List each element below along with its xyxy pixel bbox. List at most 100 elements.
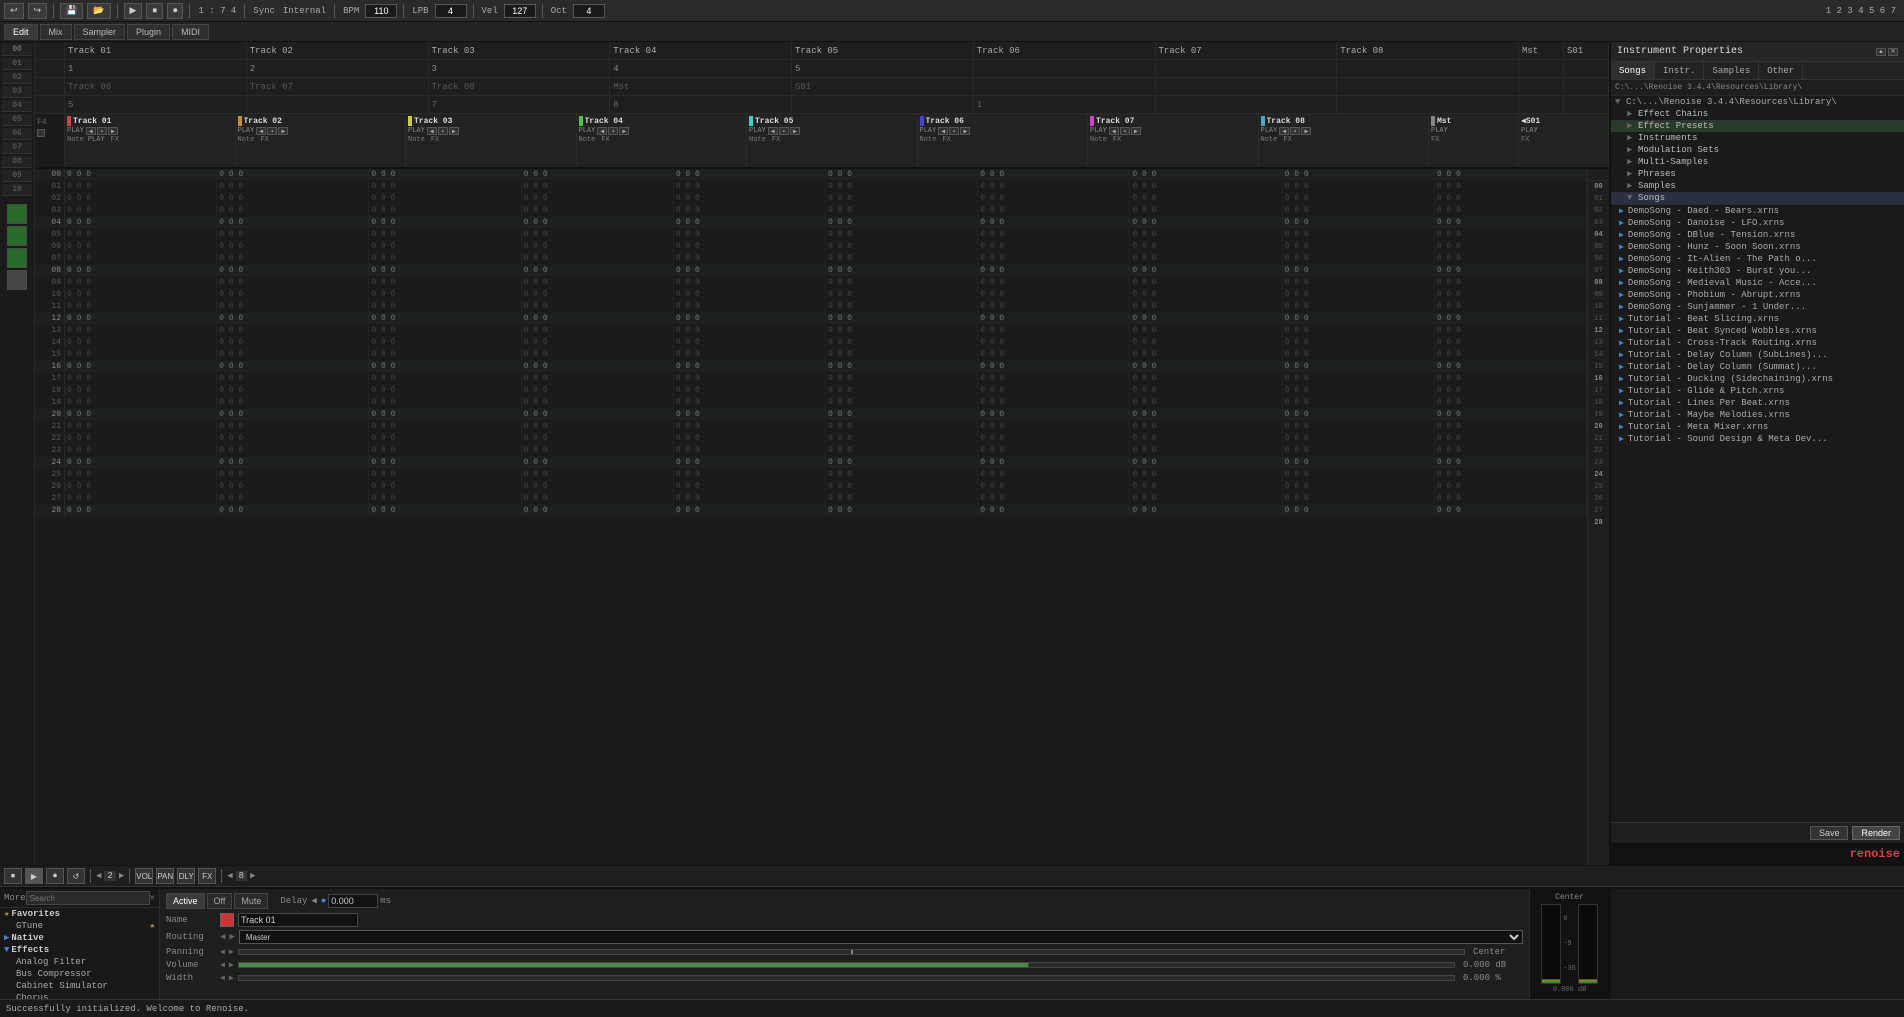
- cell-09-0[interactable]: 0 0 0: [65, 277, 217, 288]
- cell-25-7[interactable]: 0 0 0: [1130, 469, 1282, 480]
- cell-18-4[interactable]: 0 0 0: [674, 385, 826, 396]
- cell-07-2[interactable]: 0 0 0: [369, 253, 521, 264]
- cell-19-8[interactable]: 0 0 0: [1283, 397, 1435, 408]
- cell-03-9[interactable]: 0 0 0: [1435, 205, 1587, 216]
- cell-11-1[interactable]: 0 0 0: [217, 301, 369, 312]
- lib-effects[interactable]: ▼ Effects: [0, 944, 159, 956]
- cell-26-1[interactable]: 0 0 0: [217, 481, 369, 492]
- cell-23-4[interactable]: 0 0 0: [674, 445, 826, 456]
- cell-08-5[interactable]: 0 0 0: [826, 265, 978, 276]
- cell-20-0[interactable]: 0 0 0: [65, 409, 217, 420]
- cell-11-6[interactable]: 0 0 0: [978, 301, 1130, 312]
- cell-16-0[interactable]: 0 0 0: [65, 361, 217, 372]
- track-05-btn2[interactable]: ▪: [779, 127, 789, 135]
- track-01-play[interactable]: PLAY: [67, 127, 84, 135]
- cell-06-7[interactable]: 0 0 0: [1130, 241, 1282, 252]
- cell-25-3[interactable]: 0 0 0: [522, 469, 674, 480]
- cell-10-9[interactable]: 0 0 0: [1435, 289, 1587, 300]
- cell-00-5[interactable]: 0 0 0: [826, 169, 978, 180]
- redo-btn[interactable]: ↪: [28, 3, 48, 19]
- cell-15-2[interactable]: 0 0 0: [369, 349, 521, 360]
- cell-12-7[interactable]: 0 0 0: [1130, 313, 1282, 324]
- cell-04-6[interactable]: 0 0 0: [978, 217, 1130, 228]
- cell-04-1[interactable]: 0 0 0: [217, 217, 369, 228]
- cell-00-9[interactable]: 0 0 0: [1435, 169, 1587, 180]
- cell-22-6[interactable]: 0 0 0: [978, 433, 1130, 444]
- width-slider[interactable]: [238, 975, 1455, 981]
- cell-18-8[interactable]: 0 0 0: [1283, 385, 1435, 396]
- cell-15-4[interactable]: 0 0 0: [674, 349, 826, 360]
- cell-09-3[interactable]: 0 0 0: [522, 277, 674, 288]
- track-05-play[interactable]: PLAY: [749, 127, 766, 135]
- cell-16-6[interactable]: 0 0 0: [978, 361, 1130, 372]
- cell-01-1[interactable]: 0 0 0: [217, 181, 369, 192]
- song-item-18[interactable]: ▶ Tutorial - Meta Mixer.xrns: [1611, 421, 1904, 433]
- cell-20-2[interactable]: 0 0 0: [369, 409, 521, 420]
- cell-20-8[interactable]: 0 0 0: [1283, 409, 1435, 420]
- cell-02-4[interactable]: 0 0 0: [674, 193, 826, 204]
- cell-19-5[interactable]: 0 0 0: [826, 397, 978, 408]
- cell-17-7[interactable]: 0 0 0: [1130, 373, 1282, 384]
- track-02-btn2[interactable]: ▪: [267, 127, 277, 135]
- cell-03-8[interactable]: 0 0 0: [1283, 205, 1435, 216]
- cell-10-1[interactable]: 0 0 0: [217, 289, 369, 300]
- cell-28-7[interactable]: 0 0 0: [1130, 505, 1282, 516]
- cell-10-7[interactable]: 0 0 0: [1130, 289, 1282, 300]
- cell-26-3[interactable]: 0 0 0: [522, 481, 674, 492]
- tree-effect-chains[interactable]: ▶ Effect Chains: [1611, 108, 1904, 120]
- cell-11-5[interactable]: 0 0 0: [826, 301, 978, 312]
- sidebar-block-1[interactable]: [7, 204, 27, 224]
- cell-04-7[interactable]: 0 0 0: [1130, 217, 1282, 228]
- song-item-8[interactable]: ▶ DemoSong - Sunjammer - 1 Under...: [1611, 301, 1904, 313]
- cell-04-8[interactable]: 0 0 0: [1283, 217, 1435, 228]
- cell-13-5[interactable]: 0 0 0: [826, 325, 978, 336]
- cell-12-1[interactable]: 0 0 0: [217, 313, 369, 324]
- vol-btn[interactable]: VOL: [135, 868, 153, 884]
- track-07-play[interactable]: PLAY: [1090, 127, 1107, 135]
- cell-15-9[interactable]: 0 0 0: [1435, 349, 1587, 360]
- cell-28-9[interactable]: 0 0 0: [1435, 505, 1587, 516]
- cell-08-9[interactable]: 0 0 0: [1435, 265, 1587, 276]
- cell-19-7[interactable]: 0 0 0: [1130, 397, 1282, 408]
- cell-16-1[interactable]: 0 0 0: [217, 361, 369, 372]
- track-06-btn2[interactable]: ▪: [949, 127, 959, 135]
- track-mst-fx[interactable]: FX: [1431, 136, 1439, 144]
- cell-07-6[interactable]: 0 0 0: [978, 253, 1130, 264]
- tree-modulation-sets[interactable]: ▶ Modulation Sets: [1611, 144, 1904, 156]
- track-01-btn3[interactable]: ▶: [108, 127, 118, 135]
- cell-06-9[interactable]: 0 0 0: [1435, 241, 1587, 252]
- tree-effect-presets[interactable]: ▶ Effect Presets: [1611, 120, 1904, 132]
- track-03-btn2[interactable]: ▪: [438, 127, 448, 135]
- cell-12-9[interactable]: 0 0 0: [1435, 313, 1587, 324]
- cell-24-5[interactable]: 0 0 0: [826, 457, 978, 468]
- cell-07-7[interactable]: 0 0 0: [1130, 253, 1282, 264]
- cell-15-3[interactable]: 0 0 0: [522, 349, 674, 360]
- pan-btn[interactable]: PAN: [156, 868, 174, 884]
- tab-midi[interactable]: MIDI: [172, 24, 209, 40]
- cell-10-4[interactable]: 0 0 0: [674, 289, 826, 300]
- track-01-play2[interactable]: PLAY: [88, 136, 105, 144]
- cell-13-0[interactable]: 0 0 0: [65, 325, 217, 336]
- cell-02-5[interactable]: 0 0 0: [826, 193, 978, 204]
- cell-04-5[interactable]: 0 0 0: [826, 217, 978, 228]
- cell-08-7[interactable]: 0 0 0: [1130, 265, 1282, 276]
- cell-03-6[interactable]: 0 0 0: [978, 205, 1130, 216]
- track-01-btn2[interactable]: ▪: [97, 127, 107, 135]
- cell-05-3[interactable]: 0 0 0: [522, 229, 674, 240]
- play-btn[interactable]: ▶: [124, 3, 143, 19]
- cell-11-8[interactable]: 0 0 0: [1283, 301, 1435, 312]
- cell-08-6[interactable]: 0 0 0: [978, 265, 1130, 276]
- cell-14-5[interactable]: 0 0 0: [826, 337, 978, 348]
- cell-08-4[interactable]: 0 0 0: [674, 265, 826, 276]
- prop-tab-off[interactable]: Off: [207, 893, 233, 909]
- cell-20-1[interactable]: 0 0 0: [217, 409, 369, 420]
- rp-tab-samples[interactable]: Samples: [1704, 62, 1759, 79]
- cell-12-6[interactable]: 0 0 0: [978, 313, 1130, 324]
- cell-24-9[interactable]: 0 0 0: [1435, 457, 1587, 468]
- song-item-11[interactable]: ▶ Tutorial - Cross-Track Routing.xrns: [1611, 337, 1904, 349]
- cell-19-2[interactable]: 0 0 0: [369, 397, 521, 408]
- track-02-fx[interactable]: FX: [260, 136, 268, 144]
- cell-15-8[interactable]: 0 0 0: [1283, 349, 1435, 360]
- cell-01-9[interactable]: 0 0 0: [1435, 181, 1587, 192]
- cell-10-8[interactable]: 0 0 0: [1283, 289, 1435, 300]
